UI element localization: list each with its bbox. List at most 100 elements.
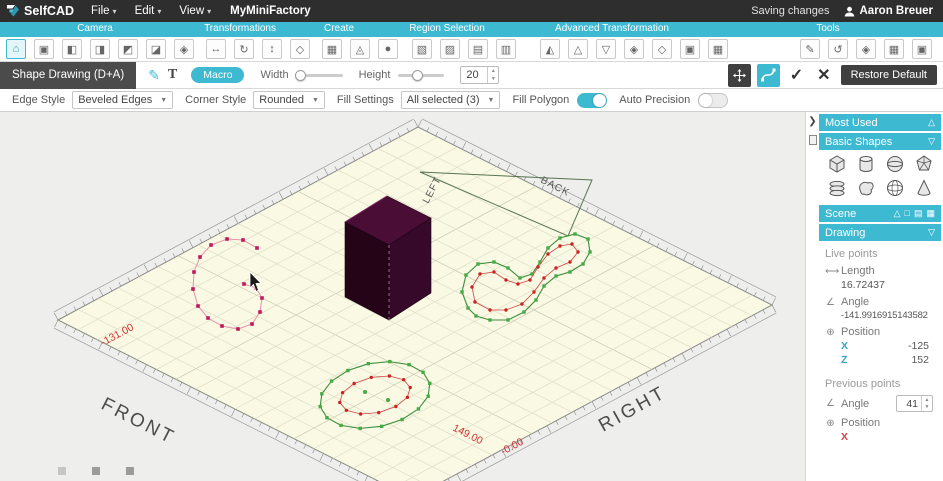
- view-indicator-2[interactable]: [92, 467, 100, 475]
- rotate-tool-icon[interactable]: [234, 39, 254, 59]
- previous-position-property: ⊕ Position: [825, 417, 935, 429]
- shell-tool-icon[interactable]: [708, 39, 728, 59]
- sidebar-collapse-icon[interactable]: ❯: [808, 116, 816, 127]
- stepper-up-icon[interactable]: ▲: [922, 396, 932, 404]
- create-3d-text-icon[interactable]: [378, 39, 398, 59]
- utility-settings-icon[interactable]: [912, 39, 932, 59]
- category-camera[interactable]: Camera: [77, 23, 113, 34]
- revolve-tool-icon[interactable]: [652, 39, 672, 59]
- corner-style-dropdown[interactable]: Rounded▼: [253, 91, 325, 109]
- sidebar-scroll-handle[interactable]: [809, 135, 817, 145]
- wire-sphere-shape-icon[interactable]: [881, 178, 908, 198]
- cancel-button[interactable]: ✕: [813, 65, 834, 85]
- category-tools[interactable]: Tools: [816, 23, 839, 34]
- utility-measure-icon[interactable]: [856, 39, 876, 59]
- stepper-up-icon[interactable]: ▲: [488, 67, 498, 75]
- myminifactory-link[interactable]: MyMiniFactory: [230, 5, 311, 17]
- cube-shape-icon[interactable]: [823, 154, 850, 174]
- section-scene[interactable]: Scene △ □ ▤ ▦: [819, 205, 941, 222]
- camera-right-view-icon[interactable]: [90, 39, 110, 59]
- utility-slice-icon[interactable]: [884, 39, 904, 59]
- camera-left-view-icon[interactable]: [62, 39, 82, 59]
- scene-warning-icon[interactable]: △: [894, 208, 901, 219]
- width-slider[interactable]: [297, 74, 343, 77]
- select-faces-icon[interactable]: [440, 39, 460, 59]
- user-account[interactable]: Aaron Breuer: [844, 5, 934, 17]
- stepper-down-icon[interactable]: ▼: [488, 75, 498, 83]
- height-slider-knob[interactable]: [412, 70, 423, 81]
- size-input[interactable]: 20 ▲▼: [460, 66, 499, 84]
- view-indicator-1[interactable]: [58, 467, 66, 475]
- view-indicator-3[interactable]: [126, 467, 134, 475]
- width-slider-knob[interactable]: [295, 70, 306, 81]
- text-tool[interactable]: T: [168, 67, 177, 83]
- camera-iso-view-icon[interactable]: [174, 39, 194, 59]
- utility-draw-icon[interactable]: [800, 39, 820, 59]
- confirm-button[interactable]: ✓: [786, 65, 807, 85]
- category-create[interactable]: Create: [324, 23, 354, 34]
- move-tool-icon[interactable]: [206, 39, 226, 59]
- section-most-used[interactable]: Most Used △: [819, 114, 941, 131]
- cone-shape-icon[interactable]: [910, 178, 937, 198]
- curve-mode-button[interactable]: [757, 64, 780, 87]
- user-name: Aaron Breuer: [860, 5, 934, 17]
- scene-list-view-icon[interactable]: ▤: [914, 208, 923, 219]
- restore-default-button[interactable]: Restore Default: [841, 65, 937, 85]
- scene-grid-view-icon[interactable]: ▦: [926, 208, 935, 219]
- angle-stepper[interactable]: ▲▼: [921, 396, 932, 411]
- taper-tool-icon[interactable]: [596, 39, 616, 59]
- section-drawing[interactable]: Drawing ▽: [819, 224, 941, 241]
- category-transformations[interactable]: Transformations: [204, 23, 276, 34]
- chevron-expand-icon: ▽: [928, 136, 935, 147]
- menu-view[interactable]: View▾: [170, 0, 220, 22]
- scene-cube-view-icon[interactable]: □: [905, 208, 910, 219]
- align-tool-icon[interactable]: [290, 39, 310, 59]
- viewport-canvas[interactable]: FRONT RIGHT LEFT BACK -131.00 149.00 -0.…: [0, 112, 805, 481]
- create-shape-icon[interactable]: [322, 39, 342, 59]
- section-basic-shapes[interactable]: Basic Shapes ▽: [819, 133, 941, 150]
- sweep-tool-icon[interactable]: [680, 39, 700, 59]
- category-advanced-transformation[interactable]: Advanced Transformation: [555, 23, 669, 34]
- twist-tool-icon[interactable]: [540, 39, 560, 59]
- scale-tool-icon[interactable]: [262, 39, 282, 59]
- select-edges-icon[interactable]: [468, 39, 488, 59]
- menu-file[interactable]: File▾: [82, 0, 126, 22]
- chevron-down-icon: ▾: [157, 7, 161, 16]
- fill-settings-dropdown[interactable]: All selected (3)▼: [401, 91, 501, 109]
- viewport-page-indicators[interactable]: [58, 467, 134, 475]
- size-value[interactable]: 20: [461, 67, 487, 83]
- size-stepper[interactable]: ▲▼: [487, 67, 498, 83]
- stepper-down-icon[interactable]: ▼: [922, 404, 932, 412]
- macro-button[interactable]: Macro: [191, 67, 244, 83]
- select-verts-icon[interactable]: [496, 39, 516, 59]
- camera-back-view-icon[interactable]: [146, 39, 166, 59]
- camera-home-view-icon[interactable]: [6, 39, 26, 59]
- cube-object[interactable]: [345, 196, 431, 320]
- cylinder-shape-icon[interactable]: [852, 154, 879, 174]
- torus-shape-icon[interactable]: [823, 178, 850, 198]
- length-property: ⟷ Length: [825, 265, 935, 277]
- camera-front-view-icon[interactable]: [118, 39, 138, 59]
- utility-undo-icon[interactable]: [828, 39, 848, 59]
- selfcad-logo-icon: [6, 4, 20, 18]
- move-shape-button[interactable]: [728, 64, 751, 87]
- bend-tool-icon[interactable]: [568, 39, 588, 59]
- height-slider[interactable]: [398, 74, 444, 77]
- auto-precision-toggle[interactable]: [698, 93, 728, 108]
- select-region-icon[interactable]: [412, 39, 432, 59]
- create-sketch-icon[interactable]: [350, 39, 370, 59]
- edge-style-dropdown[interactable]: Beveled Edges▼: [72, 91, 173, 109]
- shape-drawing-mode-button[interactable]: Shape Drawing (D+A): [0, 62, 136, 89]
- fill-polygon-toggle[interactable]: [577, 93, 607, 108]
- category-region-selection[interactable]: Region Selection: [409, 23, 485, 34]
- menu-edit[interactable]: Edit▾: [126, 0, 171, 22]
- sphere-shape-icon[interactable]: [881, 154, 908, 174]
- camera-top-view-icon[interactable]: [34, 39, 54, 59]
- previous-angle-input[interactable]: 41 ▲▼: [896, 395, 933, 412]
- blob-shape-icon[interactable]: [852, 178, 879, 198]
- 3d-viewport[interactable]: FRONT RIGHT LEFT BACK -131.00 149.00 -0.…: [0, 112, 805, 481]
- pencil-tool-icon[interactable]: ✎: [148, 67, 160, 84]
- extrude-tool-icon[interactable]: [624, 39, 644, 59]
- selfcad-logo[interactable]: SelfCAD: [0, 4, 82, 18]
- polyhedron-shape-icon[interactable]: [910, 154, 937, 174]
